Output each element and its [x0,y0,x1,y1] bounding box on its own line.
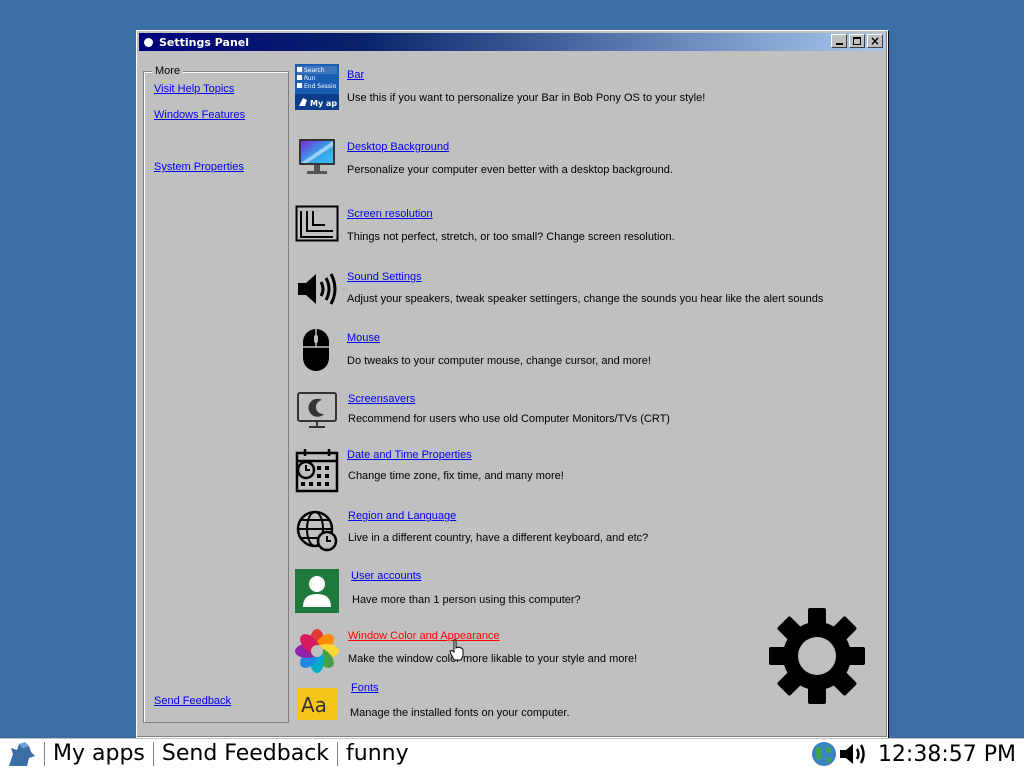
date-time-desc: Change time zone, fix time, and many mor… [348,470,564,482]
send-feedback-link[interactable]: Send Feedback [154,695,231,707]
desktop-background-desc: Personalize your computer even better wi… [347,164,673,176]
speaker-icon [298,273,337,305]
window-menu-icon[interactable] [144,37,153,47]
desktop-background-link[interactable]: Desktop Background [347,141,449,153]
clock[interactable]: 12:38:57 PM [872,742,1024,767]
bar-link[interactable]: Bar [347,69,364,81]
fonts-desc: Manage the installed fonts on your compu… [350,707,570,719]
svg-text:Aa: Aa [301,693,327,717]
svg-text:My ap: My ap [310,99,337,108]
taskbar: My apps Send Feedback funny 12:38:57 PM [0,738,1024,768]
mouse-icon [303,329,329,371]
bar-icon: Search Run End Sessio My ap [295,64,339,110]
hand-cursor-icon [449,639,464,661]
system-properties-link[interactable]: System Properties [154,161,244,173]
window-color-link[interactable]: Window Color and Appearance [348,630,500,642]
svg-text:Search: Search [304,67,325,74]
calendar-clock-icon [295,449,339,493]
user-icon [295,569,339,613]
minimize-icon [835,43,843,45]
sidebar-title: More [152,65,184,77]
screensavers-link[interactable]: Screensavers [348,393,415,405]
user-accounts-link[interactable]: User accounts [351,570,421,582]
color-wheel-icon [295,629,339,673]
maximize-button[interactable] [849,34,865,48]
title-bar[interactable]: Settings Panel × [139,33,885,51]
sidebar: More Visit Help Topics Windows Features … [143,65,289,723]
fonts-link[interactable]: Fonts [351,682,379,694]
region-language-desc: Live in a different country, have a diff… [348,532,649,544]
screensavers-desc: Recommend for users who use old Computer… [348,413,670,425]
svg-text:End Sessio: End Sessio [304,83,337,90]
gear-icon [769,608,865,704]
user-accounts-desc: Have more than 1 person using this compu… [352,594,581,606]
bar-desc: Use this if you want to personalize your… [347,92,706,104]
volume-icon[interactable] [838,740,872,768]
fonts-icon: Aa [297,688,337,720]
window-color-desc: Make the window color more likable to yo… [348,653,638,665]
visit-help-topics-link[interactable]: Visit Help Topics [154,83,234,95]
date-time-link[interactable]: Date and Time Properties [347,449,472,461]
taskbar-my-apps[interactable]: My apps [44,741,153,766]
sound-settings-desc: Adjust your speakers, tweak speaker sett… [347,293,824,305]
globe-icon[interactable] [810,740,838,768]
region-language-link[interactable]: Region and Language [348,510,456,522]
sound-settings-link[interactable]: Sound Settings [347,271,422,283]
pony-logo-icon [9,741,35,766]
screen-resolution-desc: Things not perfect, stretch, or too smal… [347,231,675,243]
close-icon: × [869,34,881,48]
screensaver-icon [297,392,337,428]
screen-resolution-link[interactable]: Screen resolution [347,208,433,220]
mouse-link[interactable]: Mouse [347,332,380,344]
mouse-desc: Do tweaks to your computer mouse, change… [347,355,651,367]
taskbar-send-feedback[interactable]: Send Feedback [152,741,337,766]
close-button[interactable]: × [867,34,883,48]
resolution-icon [295,205,339,242]
settings-window: Settings Panel × More Visit Help Topics … [136,30,888,738]
taskbar-funny[interactable]: funny [337,741,417,766]
system-tray: 12:38:57 PM [810,739,1024,768]
globe-clock-icon [296,510,338,552]
start-button[interactable] [0,739,44,768]
maximize-icon [853,37,861,45]
window-title: Settings Panel [159,35,250,49]
minimize-button[interactable] [831,34,847,48]
windows-features-link[interactable]: Windows Features [154,109,245,121]
svg-text:Run: Run [304,75,316,82]
monitor-icon [299,139,335,174]
